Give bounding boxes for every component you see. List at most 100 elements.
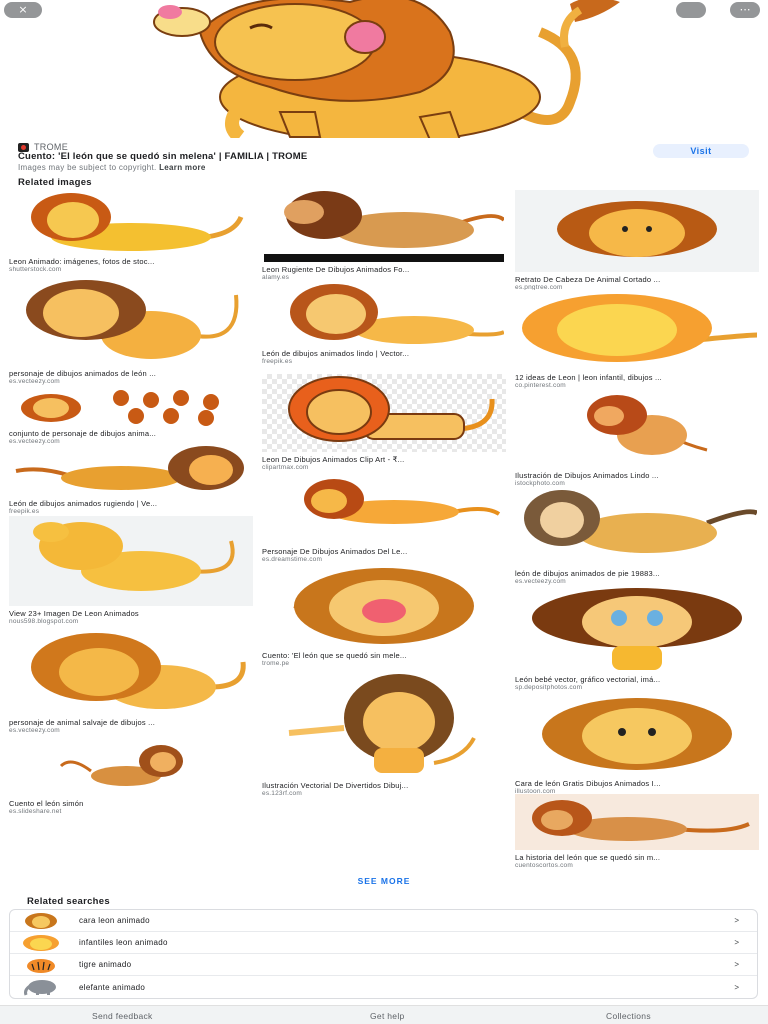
chevron-right-icon: > — [734, 938, 739, 947]
image-result[interactable]: león de dibujos animados de pie 19883...… — [515, 488, 759, 586]
result-thumbnail — [262, 282, 506, 346]
result-thumbnail — [9, 516, 253, 606]
image-source-info: TROME Cuento: 'El león que se quedó sin … — [0, 139, 768, 173]
result-caption: Cuento el león simón — [9, 799, 84, 808]
hero-image[interactable]: × ⋯ — [0, 0, 768, 138]
result-domain: es.dreamstime.com — [262, 556, 323, 563]
image-result[interactable]: Leon De Dibujos Animados Clip Art - ₹...… — [262, 374, 506, 472]
image-result[interactable]: Ilustración Vectorial De Divertidos Dibu… — [262, 668, 506, 798]
send-feedback-link[interactable]: Send feedback — [92, 1011, 153, 1021]
copyright-notice: Images may be subject to copyright. Lear… — [18, 163, 206, 172]
learn-more-link[interactable]: Learn more — [159, 163, 206, 172]
related-search-label: tigre animado — [79, 960, 132, 969]
image-result[interactable]: Cuento el león simón es.slideshare.net — [9, 736, 253, 816]
result-caption: Ilustración de Dibujos Animados Lindo ..… — [515, 471, 659, 480]
result-thumbnail — [515, 190, 759, 272]
related-search-item[interactable]: cara leon animado > — [10, 910, 757, 932]
result-domain: es.slideshare.net — [9, 808, 62, 815]
related-search-label: elefante animado — [79, 982, 146, 992]
image-result[interactable]: View 23+ Imagen De Leon Animados nous598… — [9, 516, 253, 626]
image-title[interactable]: Cuento: 'El león que se quedó sin melena… — [18, 151, 307, 162]
result-thumbnail — [515, 488, 759, 566]
result-domain: freepik.es — [262, 358, 293, 365]
visit-button[interactable]: Visit — [653, 144, 749, 158]
result-domain: freepik.es — [9, 508, 40, 515]
result-caption: León de dibujos animados lindo | Vector.… — [262, 349, 410, 358]
related-search-item[interactable]: infantiles leon animado > — [10, 932, 757, 954]
collections-link[interactable]: Collections — [606, 1011, 651, 1021]
image-result[interactable]: personaje de dibujos animados de león ..… — [9, 274, 253, 386]
image-result[interactable]: Ilustración de Dibujos Animados Lindo ..… — [515, 390, 759, 488]
image-result[interactable]: conjunto de personaje de dibujos anima..… — [9, 388, 253, 446]
result-domain: istockphoto.com — [515, 480, 565, 487]
result-thumbnail — [262, 566, 506, 648]
result-domain: co.pinterest.com — [515, 382, 566, 389]
result-thumbnail — [515, 390, 759, 468]
image-result[interactable]: personaje de animal salvaje de dibujos .… — [9, 627, 253, 735]
close-icon[interactable]: × — [4, 2, 42, 18]
result-domain: es.123rf.com — [262, 790, 302, 797]
result-domain: sp.depositphotos.com — [515, 684, 583, 691]
result-caption: conjunto de personaje de dibujos anima..… — [9, 429, 157, 438]
result-caption: Personaje De Dibujos Animados Del Le... — [262, 547, 408, 556]
image-result[interactable]: Leon Animado: imágenes, fotos de stoc...… — [9, 190, 253, 274]
image-result[interactable]: León bebé vector, gráfico vectorial, imá… — [515, 586, 759, 692]
image-result[interactable]: León de dibujos animados rugiendo | Ve..… — [9, 446, 253, 516]
result-thumbnail — [262, 474, 506, 544]
result-thumbnail — [9, 388, 253, 426]
result-caption: León de dibujos animados rugiendo | Ve..… — [9, 499, 158, 508]
result-caption: personaje de dibujos animados de león ..… — [9, 369, 157, 378]
result-caption: Cara de león Gratis Dibujos Animados I..… — [515, 779, 661, 788]
result-thumbnail — [9, 274, 253, 366]
get-help-link[interactable]: Get help — [370, 1011, 405, 1021]
result-domain: trome.pe — [262, 660, 290, 667]
result-thumbnail — [9, 446, 253, 496]
result-thumbnail — [262, 190, 506, 262]
result-domain: clipartmax.com — [262, 464, 309, 471]
related-search-label: infantiles leon animado — [79, 938, 168, 947]
lens-icon[interactable] — [676, 2, 706, 18]
image-result[interactable]: Retrato De Cabeza De Animal Cortado ... … — [515, 190, 759, 292]
related-search-item[interactable]: elefante animado > — [10, 976, 757, 998]
result-domain: es.vecteezy.com — [9, 378, 60, 385]
chevron-right-icon: > — [734, 916, 739, 925]
related-searches-list: cara leon animado > infantiles leon anim… — [9, 909, 758, 999]
result-caption: Ilustración Vectorial De Divertidos Dibu… — [262, 781, 409, 790]
related-search-item[interactable]: tigre animado > — [10, 954, 757, 976]
image-result[interactable]: León de dibujos animados lindo | Vector.… — [262, 282, 506, 366]
result-domain: es.vecteezy.com — [515, 578, 566, 585]
result-thumbnail — [9, 190, 253, 254]
result-domain: es.vecteezy.com — [9, 727, 60, 734]
image-result[interactable]: La historia del león que se quedó sin m.… — [515, 794, 759, 870]
related-images-heading: Related images — [18, 177, 92, 188]
result-caption: personaje de animal salvaje de dibujos .… — [9, 718, 155, 727]
result-thumbnail — [9, 627, 253, 715]
lion-illustration — [153, 0, 620, 138]
image-result[interactable]: 12 ideas de Leon | leon infantil, dibujo… — [515, 290, 759, 390]
result-caption: león de dibujos animados de pie 19883... — [515, 569, 660, 578]
result-domain: shutterstock.com — [9, 266, 62, 273]
image-result[interactable]: Personaje De Dibujos Animados Del Le... … — [262, 474, 506, 564]
related-search-thumbnail — [20, 956, 62, 974]
result-thumbnail — [262, 374, 506, 452]
result-caption: Cuento: 'El león que se quedó sin mele..… — [262, 651, 407, 660]
image-result[interactable]: Cuento: 'El león que se quedó sin mele..… — [262, 566, 506, 668]
image-result[interactable]: Leon Rugiente De Dibujos Animados Fo... … — [262, 190, 506, 282]
result-thumbnail — [515, 694, 759, 776]
related-search-thumbnail — [20, 934, 62, 952]
chevron-right-icon: > — [734, 982, 739, 992]
result-domain: nous598.blogspot.com — [9, 618, 79, 625]
see-more-button[interactable]: SEE MORE — [0, 876, 768, 886]
related-search-label: cara leon animado — [79, 916, 150, 925]
image-result[interactable]: Cara de león Gratis Dibujos Animados I..… — [515, 694, 759, 796]
more-options-icon[interactable]: ⋯ — [730, 2, 760, 18]
chevron-right-icon: > — [734, 960, 739, 969]
result-thumbnail — [262, 668, 506, 778]
related-search-thumbnail — [20, 978, 62, 996]
result-thumbnail — [9, 736, 253, 796]
result-domain: es.vecteezy.com — [9, 438, 60, 445]
result-caption: La historia del león que se quedó sin m.… — [515, 853, 661, 862]
result-caption: Leon Animado: imágenes, fotos de stoc... — [9, 257, 155, 266]
result-caption: León bebé vector, gráfico vectorial, imá… — [515, 675, 661, 684]
result-caption: Retrato De Cabeza De Animal Cortado ... — [515, 275, 661, 284]
